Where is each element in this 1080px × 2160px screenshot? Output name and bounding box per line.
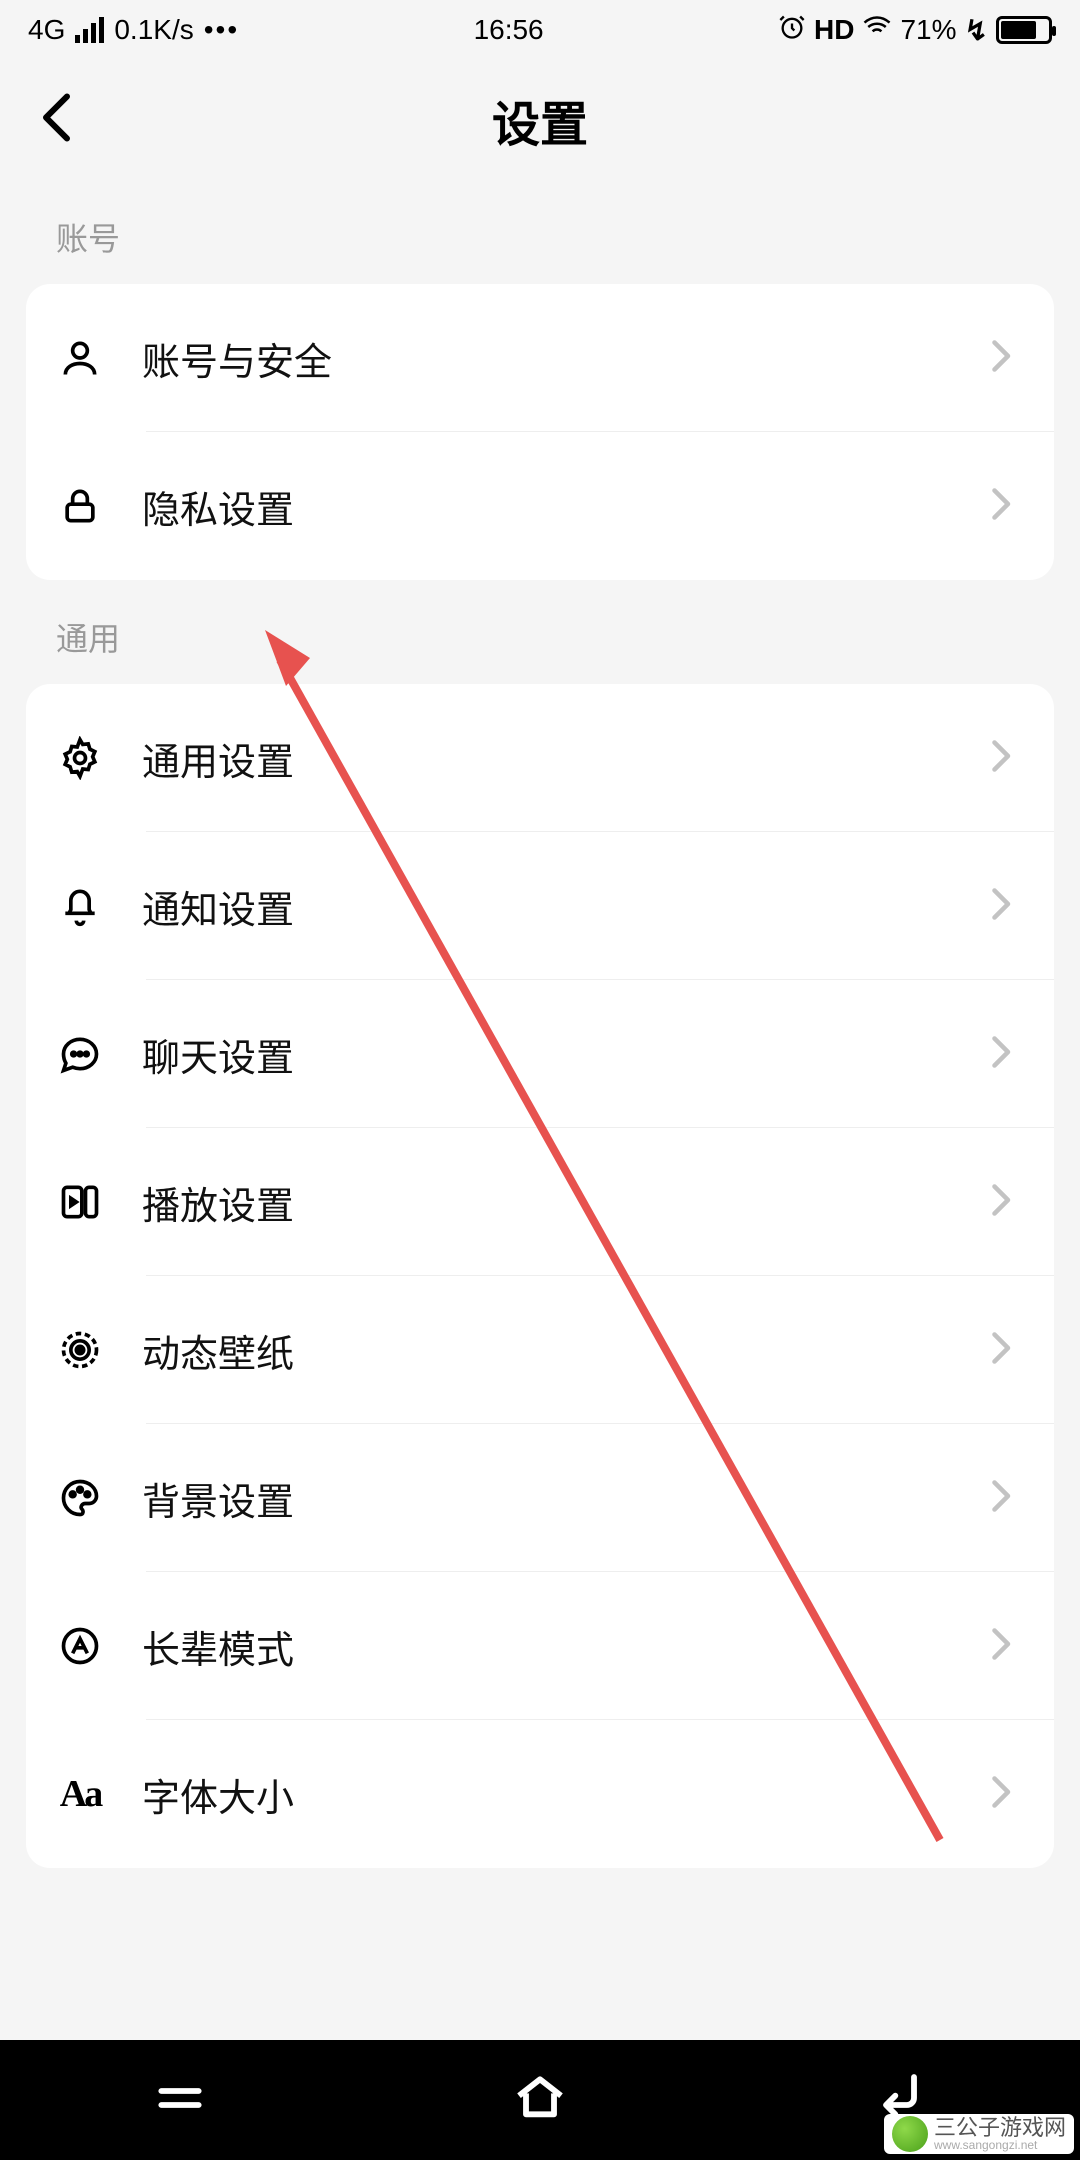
row-font-size[interactable]: Aa 字体大小 <box>26 1720 1054 1868</box>
page-title: 设置 <box>492 85 588 155</box>
card-general: 通用设置 通知设置 聊天设置 播放设置 <box>26 684 1054 1868</box>
chevron-right-icon <box>990 1478 1014 1519</box>
status-bar: 4G 0.1K/s ••• 16:56 HD 71% ↯ <box>0 0 1080 60</box>
row-label: 长辈模式 <box>142 1619 990 1674</box>
row-elder-mode[interactable]: 长辈模式 <box>26 1572 1054 1720</box>
more-dots-icon: ••• <box>204 14 239 46</box>
gear-icon <box>56 734 104 782</box>
target-icon <box>56 1326 104 1374</box>
page-header: 设置 <box>0 60 1080 180</box>
charging-icon: ↯ <box>965 14 988 47</box>
chevron-right-icon <box>990 886 1014 927</box>
row-label: 隐私设置 <box>142 479 990 534</box>
row-label: 通用设置 <box>142 731 990 786</box>
row-label: 背景设置 <box>142 1471 990 1526</box>
signal-icon <box>75 17 104 43</box>
network-type: 4G <box>28 14 65 46</box>
chevron-right-icon <box>990 1626 1014 1667</box>
status-right: HD 71% ↯ <box>778 12 1052 49</box>
chevron-right-icon <box>990 1182 1014 1223</box>
row-label: 通知设置 <box>142 879 990 934</box>
row-chat-settings[interactable]: 聊天设置 <box>26 980 1054 1128</box>
watermark-text: 三公子游戏网 <box>934 2116 1066 2139</box>
chat-icon <box>56 1030 104 1078</box>
row-account-security[interactable]: 账号与安全 <box>26 284 1054 432</box>
network-speed: 0.1K/s <box>114 14 193 46</box>
chevron-right-icon <box>990 1774 1014 1815</box>
row-background-settings[interactable]: 背景设置 <box>26 1424 1054 1572</box>
row-notification-settings[interactable]: 通知设置 <box>26 832 1054 980</box>
battery-percent: 71% <box>900 14 956 46</box>
wifi-icon <box>862 12 892 49</box>
row-general-settings[interactable]: 通用设置 <box>26 684 1054 832</box>
row-playback-settings[interactable]: 播放设置 <box>26 1128 1054 1276</box>
alarm-icon <box>778 13 806 48</box>
chevron-right-icon <box>990 1034 1014 1075</box>
nav-recent-icon[interactable] <box>152 2070 208 2131</box>
accessibility-icon <box>56 1622 104 1670</box>
clock: 16:56 <box>474 14 544 46</box>
nav-home-icon[interactable] <box>512 2070 568 2131</box>
hd-icon: HD <box>814 14 854 46</box>
chevron-right-icon <box>990 338 1014 379</box>
row-label: 账号与安全 <box>142 331 990 386</box>
row-live-wallpaper[interactable]: 动态壁纸 <box>26 1276 1054 1424</box>
lock-icon <box>56 482 104 530</box>
chevron-right-icon <box>990 486 1014 527</box>
bell-icon <box>56 882 104 930</box>
row-label: 动态壁纸 <box>142 1323 990 1378</box>
row-label: 字体大小 <box>142 1767 990 1822</box>
battery-icon <box>996 16 1052 44</box>
row-privacy[interactable]: 隐私设置 <box>26 432 1054 580</box>
section-label-general: 通用 <box>0 580 1080 684</box>
chevron-right-icon <box>990 1330 1014 1371</box>
chevron-right-icon <box>990 738 1014 779</box>
row-label: 聊天设置 <box>142 1027 990 1082</box>
row-label: 播放设置 <box>142 1175 990 1230</box>
font-size-icon: Aa <box>56 1770 104 1818</box>
watermark: 三公子游戏网 www.sangongzi.net <box>884 2114 1074 2154</box>
watermark-logo-icon <box>892 2116 928 2152</box>
play-icon <box>56 1178 104 1226</box>
back-button[interactable] <box>40 94 76 147</box>
user-icon <box>56 334 104 382</box>
card-account: 账号与安全 隐私设置 <box>26 284 1054 580</box>
palette-icon <box>56 1474 104 1522</box>
watermark-url: www.sangongzi.net <box>934 2139 1066 2152</box>
section-label-account: 账号 <box>0 180 1080 284</box>
status-left: 4G 0.1K/s ••• <box>28 14 239 46</box>
